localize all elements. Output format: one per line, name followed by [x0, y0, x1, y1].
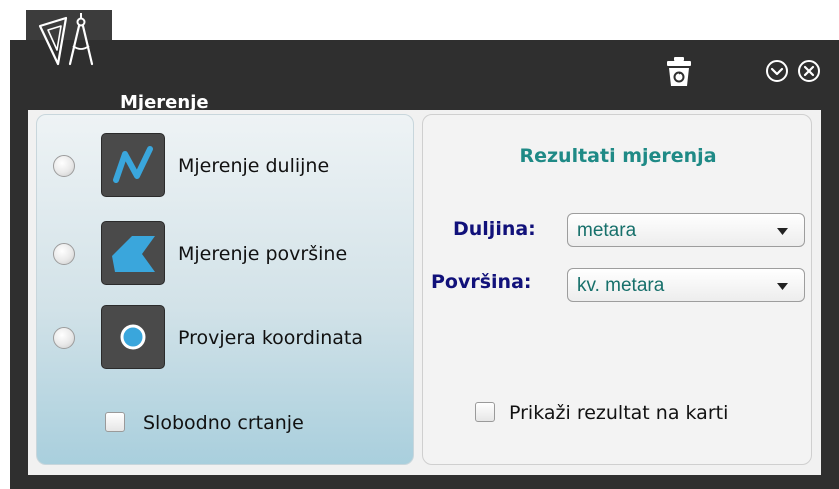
- point-coordinate-icon[interactable]: [101, 305, 165, 369]
- area-measure-icon[interactable]: [101, 221, 165, 285]
- length-radio[interactable]: [53, 155, 75, 177]
- length-unit-value: metara: [577, 220, 637, 241]
- freehand-checkbox[interactable]: [105, 412, 125, 432]
- length-label: Duljina:: [453, 218, 536, 240]
- tool-label-coordinate: Provjera koordinata: [178, 327, 364, 349]
- chevron-down-circle-icon[interactable]: [765, 59, 789, 83]
- results-panel: Rezultati mjerenja Duljina: metara Površ…: [422, 114, 812, 465]
- show-on-map-label: Prikaži rezultat na karti: [509, 402, 729, 424]
- results-title: Rezultati mjerenja: [519, 145, 717, 167]
- tools-panel: Mjerenje dulijne Mjerenje površine Provj…: [36, 114, 414, 465]
- tool-option-coordinate[interactable]: Provjera koordinata: [37, 305, 415, 369]
- area-unit-value: kv. metara: [577, 275, 665, 296]
- tool-label-length: Mjerenje dulijne: [178, 155, 330, 177]
- area-unit-select[interactable]: kv. metara: [567, 268, 805, 302]
- dropdown-arrow-icon: [777, 228, 788, 235]
- area-radio[interactable]: [53, 243, 75, 265]
- coordinate-radio[interactable]: [53, 327, 75, 349]
- tool-option-area[interactable]: Mjerenje površine: [37, 221, 415, 285]
- freehand-option[interactable]: Slobodno crtanje: [105, 410, 365, 438]
- recycle-bin-icon[interactable]: [666, 57, 692, 87]
- line-measure-icon[interactable]: [101, 133, 165, 197]
- freehand-label: Slobodno crtanje: [143, 412, 304, 434]
- measure-window: Mjerenje Mjerenje dulijne Mjerenje površ…: [10, 40, 839, 489]
- close-circle-icon[interactable]: [797, 59, 821, 83]
- dropdown-arrow-icon: [777, 283, 788, 290]
- length-unit-select[interactable]: metara: [567, 213, 805, 247]
- compass-ruler-icon: [36, 8, 102, 74]
- title-bar: Mjerenje: [10, 40, 839, 113]
- window-content: Mjerenje dulijne Mjerenje površine Provj…: [28, 110, 821, 475]
- show-on-map-checkbox[interactable]: [475, 402, 495, 422]
- show-on-map-option[interactable]: Prikaži rezultat na karti: [475, 400, 795, 428]
- tool-label-area: Mjerenje površine: [178, 243, 348, 265]
- tool-option-length[interactable]: Mjerenje dulijne: [37, 133, 415, 197]
- area-label: Površina:: [431, 271, 532, 293]
